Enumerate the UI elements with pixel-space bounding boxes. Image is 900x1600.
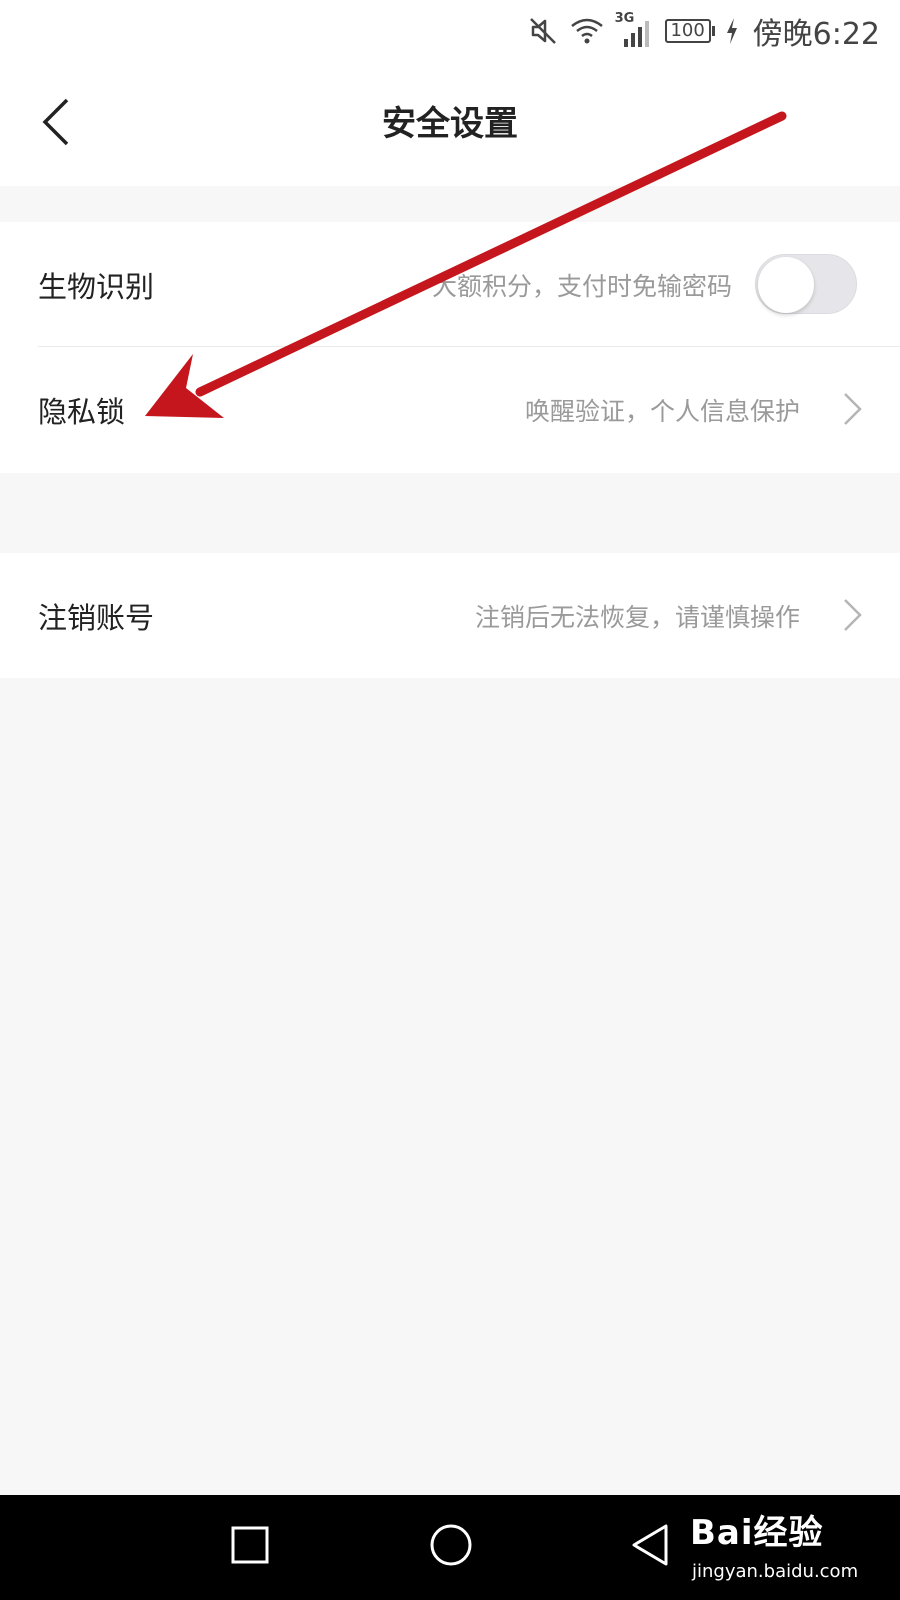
baidu-jingyan-watermark: Bai经验 jingyan.baidu.com [690,1505,890,1595]
chevron-left-icon [42,98,69,146]
settings-row-biometric: 生物识别 大额积分，支付时免输密码 [0,222,900,347]
watermark-brand: Bai经验 [690,1513,824,1553]
settings-row-privacy-lock[interactable]: 隐私锁 唤醒验证，个人信息保护 [0,347,900,472]
biometric-toggle[interactable] [755,254,857,314]
settings-group-account: 注销账号 注销后无法恢复，请谨慎操作 [0,553,900,678]
chevron-right-icon [842,391,864,427]
recent-apps-icon[interactable] [230,1523,270,1569]
charging-icon [726,18,737,44]
back-triangle-icon[interactable] [630,1523,670,1569]
battery-icon: 100 [664,19,715,43]
cellular-3g-icon: 3G [615,11,655,47]
chevron-right-icon [842,597,864,633]
status-bar: 3G 100 傍晚6:22 [0,0,900,62]
toggle-knob [758,257,814,313]
biometric-description: 大额积分，支付时免输密码 [431,271,732,301]
wifi-icon [570,18,603,44]
settings-group-security: 生物识别 大额积分，支付时免输密码 隐私锁 唤醒验证，个人信息保护 [0,222,900,473]
biometric-label: 生物识别 [38,269,155,304]
battery-level: 100 [664,19,711,43]
page-title: 安全设置 [382,104,518,144]
watermark-url: jingyan.baidu.com [692,1561,859,1582]
back-button[interactable] [36,92,76,152]
settings-row-delete-account[interactable]: 注销账号 注销后无法恢复，请谨慎操作 [0,553,900,678]
home-icon[interactable] [428,1523,474,1569]
delete-account-description: 注销后无法恢复，请谨慎操作 [474,602,800,632]
mute-icon [529,18,556,44]
header: 安全设置 [0,62,900,186]
privacy-lock-label: 隐私锁 [38,394,126,429]
status-time: 傍晚6:22 [752,17,880,52]
delete-account-label: 注销账号 [38,600,155,635]
privacy-lock-description: 唤醒验证，个人信息保护 [524,396,800,426]
